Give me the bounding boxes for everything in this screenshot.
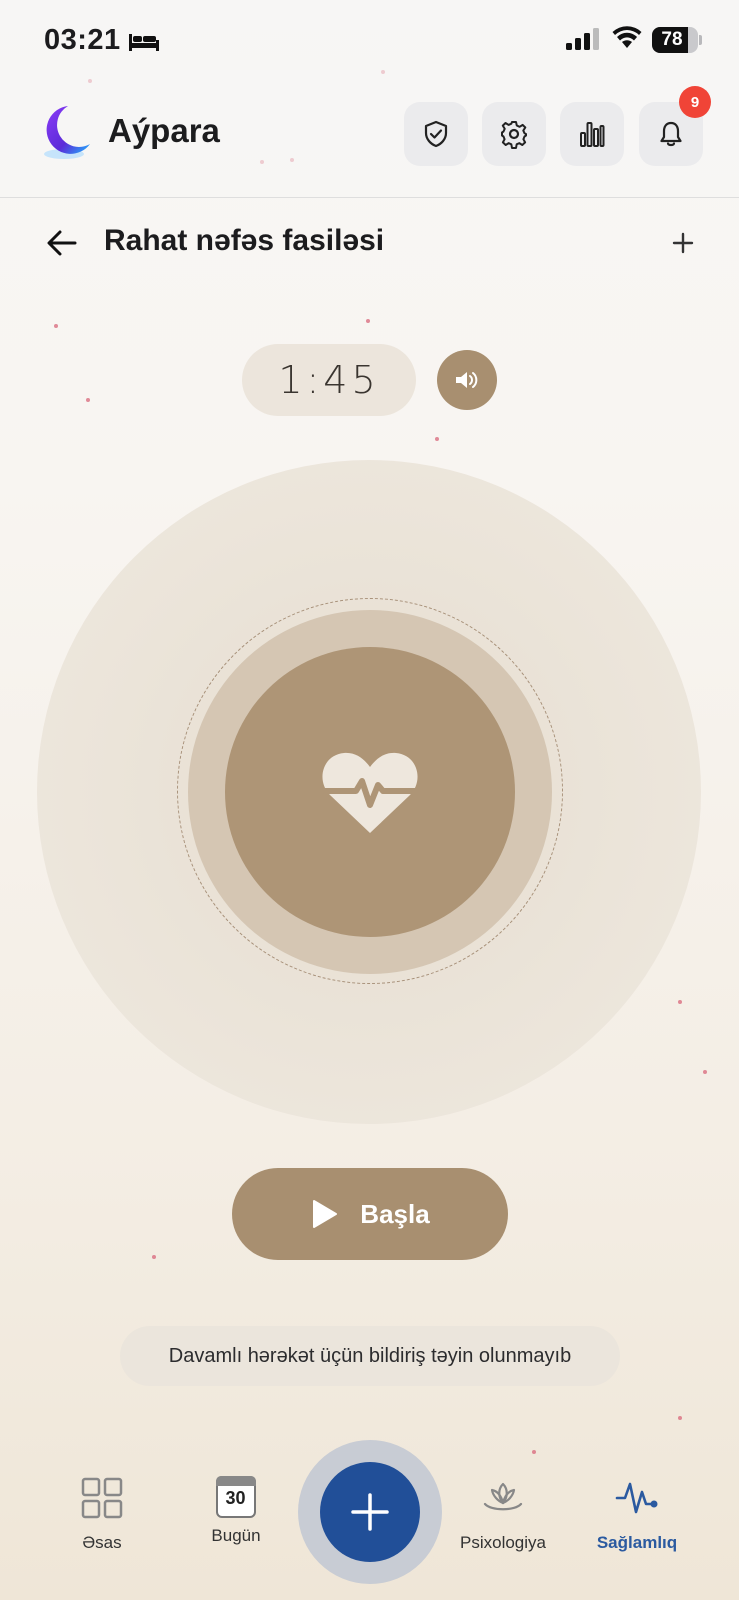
notification-badge: 9 bbox=[679, 86, 711, 118]
nav-item-home[interactable]: Əsas bbox=[37, 1476, 167, 1553]
nav-item-psychology[interactable]: Psixologiya bbox=[438, 1476, 568, 1553]
notification-status-notice: Davamlı hərəkət üçün bildiriş təyin olun… bbox=[120, 1326, 620, 1386]
status-time: 03:21 bbox=[44, 24, 121, 56]
nav-label-health: Sağlamlıq bbox=[596, 1533, 678, 1552]
shield-button[interactable] bbox=[404, 102, 468, 166]
breathing-inner-circle[interactable] bbox=[225, 647, 515, 937]
gear-icon bbox=[501, 121, 527, 149]
calendar-date: 30 bbox=[225, 1488, 246, 1508]
calendar-icon: 30 bbox=[216, 1476, 256, 1518]
lotus-icon bbox=[483, 1482, 523, 1511]
add-entry-button[interactable] bbox=[320, 1462, 420, 1562]
statistics-button[interactable] bbox=[560, 102, 624, 166]
plus-icon bbox=[351, 1493, 389, 1531]
status-bar: 03:21 78 bbox=[0, 0, 739, 70]
page-title: Rahat nəfəs fasiləsi bbox=[104, 224, 385, 257]
app-title: Aýpara bbox=[108, 112, 220, 149]
timer-display: 1:45 bbox=[242, 344, 416, 416]
start-button-label: Başla bbox=[360, 1198, 430, 1229]
battery-percent: 78 bbox=[661, 29, 683, 50]
speaker-icon bbox=[456, 372, 478, 388]
settings-button[interactable] bbox=[482, 102, 546, 166]
app-header: Aýpara 9 bbox=[0, 70, 739, 198]
heartbeat-line-icon bbox=[615, 1482, 658, 1514]
bell-icon bbox=[660, 121, 682, 147]
nav-item-today[interactable]: 30 Bugün bbox=[171, 1476, 301, 1546]
bar-chart-icon bbox=[580, 122, 605, 147]
notifications-button[interactable]: 9 bbox=[639, 86, 711, 166]
nav-label-today: Bugün bbox=[211, 1526, 261, 1545]
add-icon[interactable] bbox=[670, 230, 696, 256]
back-arrow-icon[interactable] bbox=[46, 228, 78, 258]
grid-icon bbox=[81, 1477, 123, 1519]
shield-check-icon bbox=[424, 120, 448, 148]
nav-label-psychology: Psixologiya bbox=[460, 1533, 546, 1552]
bed-icon bbox=[129, 34, 159, 51]
heartbeat-icon bbox=[321, 752, 419, 833]
sound-toggle-button[interactable] bbox=[437, 350, 497, 410]
nav-label-home: Əsas bbox=[82, 1533, 122, 1552]
signal-icon bbox=[566, 28, 599, 50]
play-icon bbox=[313, 1200, 338, 1228]
crescent-moon-logo-icon bbox=[44, 106, 90, 159]
nav-item-health[interactable]: Sağlamlıq bbox=[572, 1476, 702, 1553]
battery-indicator: 78 bbox=[652, 27, 702, 53]
wifi-icon bbox=[612, 26, 642, 48]
start-button[interactable]: Başla bbox=[232, 1168, 508, 1260]
